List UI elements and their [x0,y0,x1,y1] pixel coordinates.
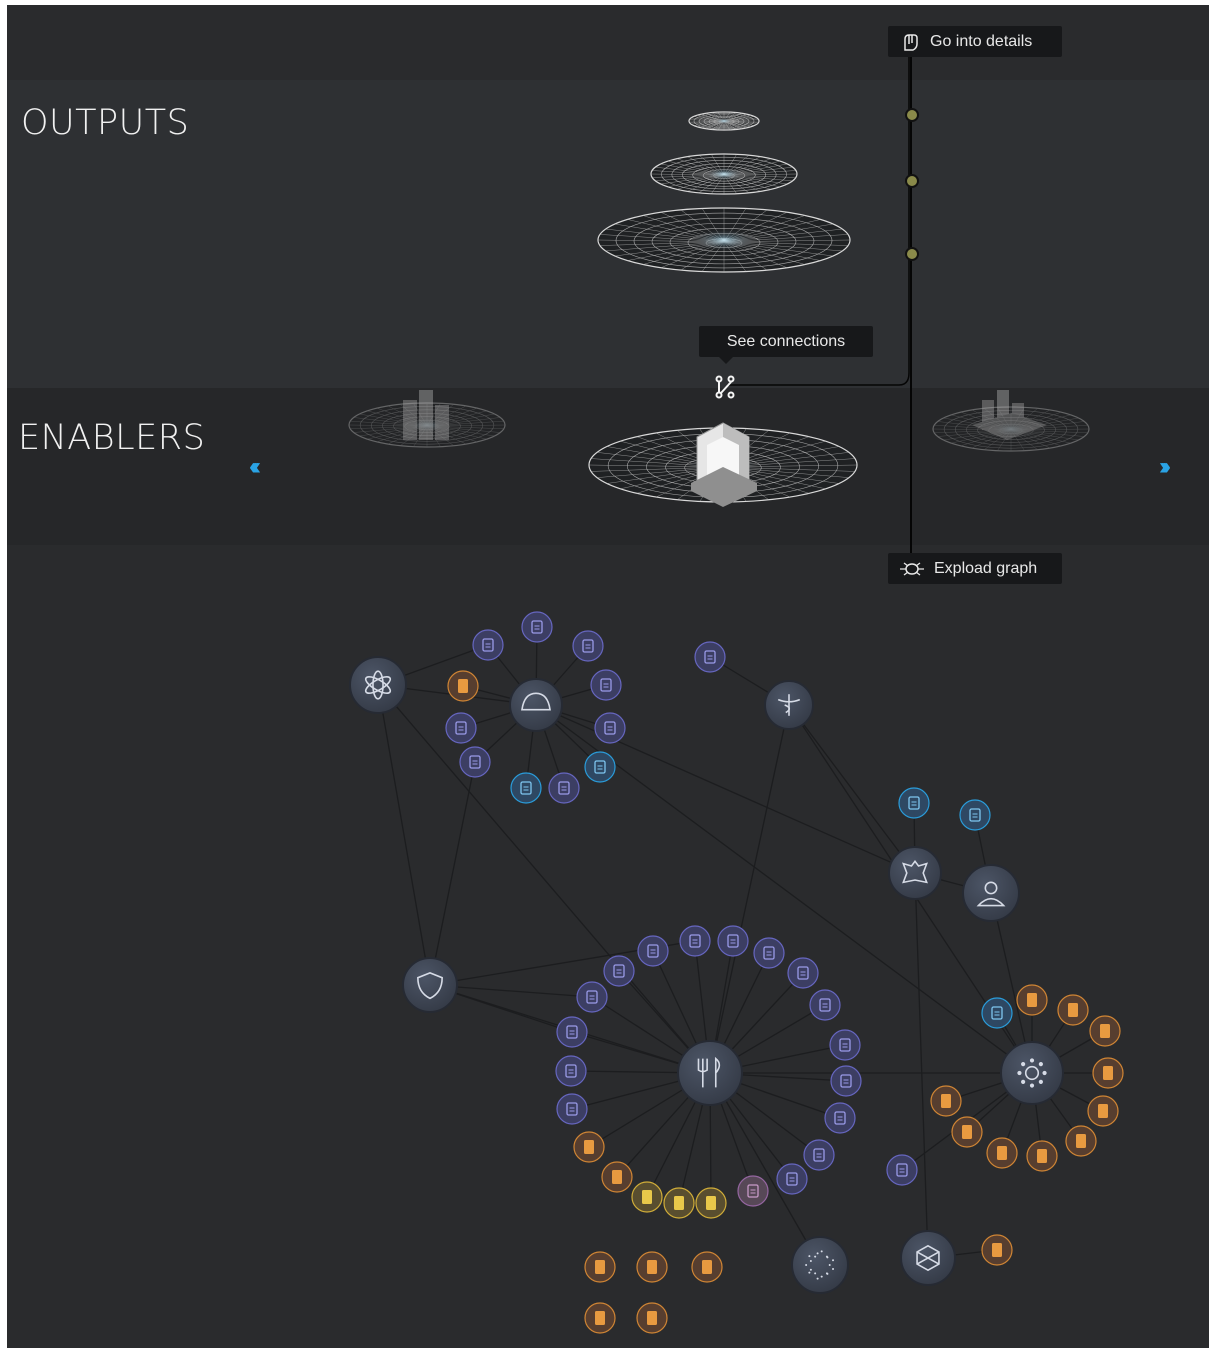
graph-node-small[interactable] [584,1251,616,1283]
graph-node-small[interactable] [447,670,479,702]
graph-node-small[interactable] [986,1137,1018,1169]
graph-node-small[interactable] [753,937,785,969]
output-level-dot[interactable] [905,174,919,188]
graph-node-small[interactable] [521,611,553,643]
see-connections-button[interactable]: See connections [699,326,873,364]
graph-hub-node[interactable] [900,1230,956,1286]
see-connections-label: See connections [726,333,846,350]
graph-node-small[interactable] [584,751,616,783]
graph-node-small[interactable] [951,1116,983,1148]
factory-ghost-icon [403,390,449,440]
graph-node-small[interactable] [601,1161,633,1193]
graph-hub-node[interactable] [962,864,1020,922]
pointer-hand-icon [904,34,918,51]
graph-node-small[interactable] [787,957,819,989]
output-dish-small[interactable] [688,111,760,131]
graph-node-small[interactable] [637,935,669,967]
go-into-details-label: Go into details [930,33,1033,50]
graph-node-small[interactable] [1087,1095,1119,1127]
graph-hub-node[interactable] [402,957,458,1013]
graph-node-small[interactable] [981,1234,1013,1266]
graph-canvas [348,57,1124,1334]
graph-node-small[interactable] [981,997,1013,1029]
graph-node-small[interactable] [556,1093,588,1125]
graph-node-small[interactable] [959,799,991,831]
graph-node-small[interactable] [572,630,604,662]
enablers-title: ENABLERS [18,418,206,458]
graph-node-small[interactable] [510,772,542,804]
output-dish-large[interactable] [597,207,851,273]
graph-node-small[interactable] [445,712,477,744]
graph-node-small[interactable] [459,746,491,778]
graph-node-small[interactable] [886,1154,918,1186]
outputs-title: OUTPUTS [21,103,190,143]
graph-node-small[interactable] [555,1055,587,1087]
explode-graph-label: Expload graph [934,560,1038,577]
graph-node-small[interactable] [695,1187,727,1219]
graph-node-small[interactable] [636,1302,668,1334]
output-level-dot[interactable] [905,247,919,261]
graph-node-small[interactable] [737,1175,769,1207]
graph-node-small[interactable] [584,1302,616,1334]
graph-node-small[interactable] [824,1102,856,1134]
graph-hub-node[interactable] [349,656,407,714]
graph-node-small[interactable] [830,1065,862,1097]
graph-node-small[interactable] [573,1131,605,1163]
graph-node-small[interactable] [1016,984,1048,1016]
graph-nodes [349,611,1124,1334]
go-into-details-button[interactable]: Go into details [888,26,1062,57]
building-icon [691,422,757,507]
graph-node-small[interactable] [809,989,841,1021]
graph-node-small[interactable] [590,669,622,701]
graph-hub-node[interactable] [509,678,563,732]
graph-node-small[interactable] [1065,1125,1097,1157]
graph-node-small[interactable] [631,1181,663,1213]
graph-hub-node[interactable] [677,1040,743,1106]
app-window: OUTPUTS ENABLERS ‹‹‹ ››› Go into details… [7,5,1209,1348]
graph-node-small[interactable] [694,641,726,673]
next-arrow-icon[interactable]: ››› [1159,453,1171,481]
previous-arrow-icon[interactable]: ‹‹‹ [249,453,261,481]
graph-node-small[interactable] [829,1029,861,1061]
graph-node-small[interactable] [663,1187,695,1219]
output-level-dot[interactable] [905,108,919,122]
graph-node-small[interactable] [576,981,608,1013]
graph-node-small[interactable] [803,1139,835,1171]
graph-node-small[interactable] [556,1016,588,1048]
graph-node-small[interactable] [603,955,635,987]
graph-node-small[interactable] [930,1085,962,1117]
graph-node-small[interactable] [898,787,930,819]
graph-node-small[interactable] [776,1163,808,1195]
graph-hub-node[interactable] [764,680,814,730]
graph-node-small[interactable] [594,712,626,744]
output-dish-medium[interactable] [650,153,798,195]
graph-node-small[interactable] [472,629,504,661]
graph-node-small[interactable] [1026,1140,1058,1172]
graph-node-small[interactable] [636,1251,668,1283]
graph-hub-node[interactable] [1000,1041,1064,1105]
graph-hub-node[interactable] [888,846,942,900]
graph-node-small[interactable] [548,772,580,804]
graph-node-small[interactable] [1092,1057,1124,1089]
graph-node-small[interactable] [1057,994,1089,1026]
graph-node-small[interactable] [679,925,711,957]
graph-node-small[interactable] [691,1251,723,1283]
explode-graph-icon [900,562,924,576]
see-connections-icon[interactable] [715,375,735,399]
graph-node-small[interactable] [1089,1015,1121,1047]
graph-hub-node[interactable] [791,1236,849,1294]
graph-node-small[interactable] [717,925,749,957]
explode-graph-button[interactable]: Expload graph [888,553,1062,584]
